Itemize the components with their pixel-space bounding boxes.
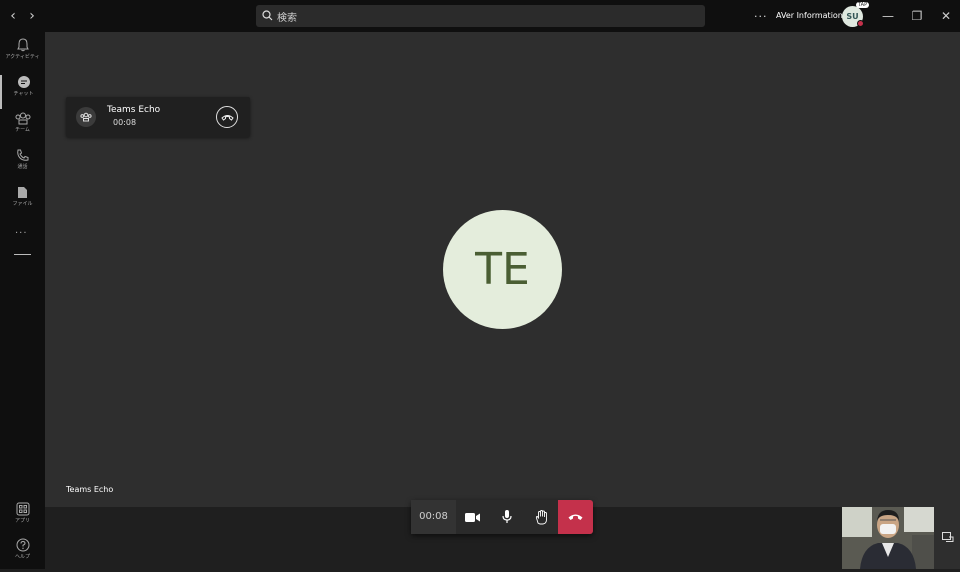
search-icon <box>262 10 273 21</box>
self-view-image <box>842 507 934 569</box>
sidebar-item-calls[interactable]: 通話 <box>0 149 45 183</box>
call-card[interactable]: Teams Echo 00:08 <box>66 97 250 137</box>
teams-icon <box>15 112 30 125</box>
participant-avatar: TE <box>443 210 562 329</box>
divider <box>14 254 31 255</box>
sidebar-item-label: ヘルプ <box>14 554 30 560</box>
help-icon <box>16 538 29 552</box>
microphone-icon <box>502 510 512 523</box>
group-call-icon <box>76 107 96 127</box>
apps-icon <box>16 502 29 516</box>
restore-button[interactable]: ❐ <box>909 8 925 24</box>
forward-arrow-icon[interactable]: › <box>25 8 39 24</box>
self-view-video[interactable] <box>842 507 934 569</box>
sidebar-item-label: チーム <box>15 127 30 133</box>
call-timer: 00:08 <box>411 500 456 534</box>
bell-icon <box>16 38 29 52</box>
file-icon <box>18 187 27 198</box>
status-busy-icon <box>857 20 864 27</box>
popout-icon[interactable] <box>942 532 954 542</box>
sidebar-item-activity[interactable]: アクティビティ <box>0 38 45 72</box>
sidebar-item-label: ファイル <box>12 201 33 207</box>
avatar-badge: TAP <box>856 2 870 8</box>
minimize-button[interactable]: — <box>880 8 896 24</box>
call-stage: Teams Echo 00:08 TE Teams Echo <box>45 32 960 507</box>
sidebar-item-label: チャット <box>13 91 34 97</box>
back-arrow-icon[interactable]: ‹ <box>6 8 20 24</box>
sidebar-item-help[interactable]: ヘルプ <box>0 538 45 572</box>
hang-up-icon <box>568 514 583 520</box>
sidebar-item-label: アプリ <box>14 518 30 524</box>
sidebar-item-files[interactable]: ファイル <box>0 186 45 220</box>
self-view-controls <box>934 507 960 569</box>
sidebar-item-apps[interactable]: アプリ <box>0 502 45 536</box>
end-call-button[interactable] <box>558 500 593 534</box>
raise-hand-icon <box>535 510 547 525</box>
sidebar-item-chat[interactable]: チャット <box>0 75 45 109</box>
call-controls: 00:08 <box>411 500 593 534</box>
sidebar-item-label: アクティビティ <box>5 54 40 60</box>
sidebar-item-teams[interactable]: チーム <box>0 112 45 146</box>
raise-hand-button[interactable] <box>524 500 558 534</box>
participant-name: Teams Echo <box>66 485 114 494</box>
phone-icon <box>17 149 29 161</box>
app-rail: アクティビティ チャット チーム 通話 ファイル ··· アプリ ヘルプ <box>0 32 45 569</box>
hang-up-icon[interactable] <box>216 106 238 128</box>
more-options-button[interactable]: ··· <box>754 10 768 23</box>
sidebar-item-label: 通話 <box>17 164 28 170</box>
search-input[interactable]: 検索 <box>256 5 705 27</box>
org-name[interactable]: AVer Information <box>776 11 843 20</box>
microphone-button[interactable] <box>490 500 524 534</box>
title-bar: ‹ › 検索 ··· AVer Information SU TAP — ❐ ✕ <box>0 0 960 32</box>
close-button[interactable]: ✕ <box>938 8 954 24</box>
call-card-elapsed: 00:08 <box>113 118 137 127</box>
camera-icon <box>465 513 480 522</box>
search-placeholder: 検索 <box>277 13 297 24</box>
call-card-title: Teams Echo <box>107 105 161 115</box>
chat-icon <box>17 76 30 88</box>
camera-button[interactable] <box>456 500 490 534</box>
more-apps-icon[interactable]: ··· <box>15 228 28 239</box>
